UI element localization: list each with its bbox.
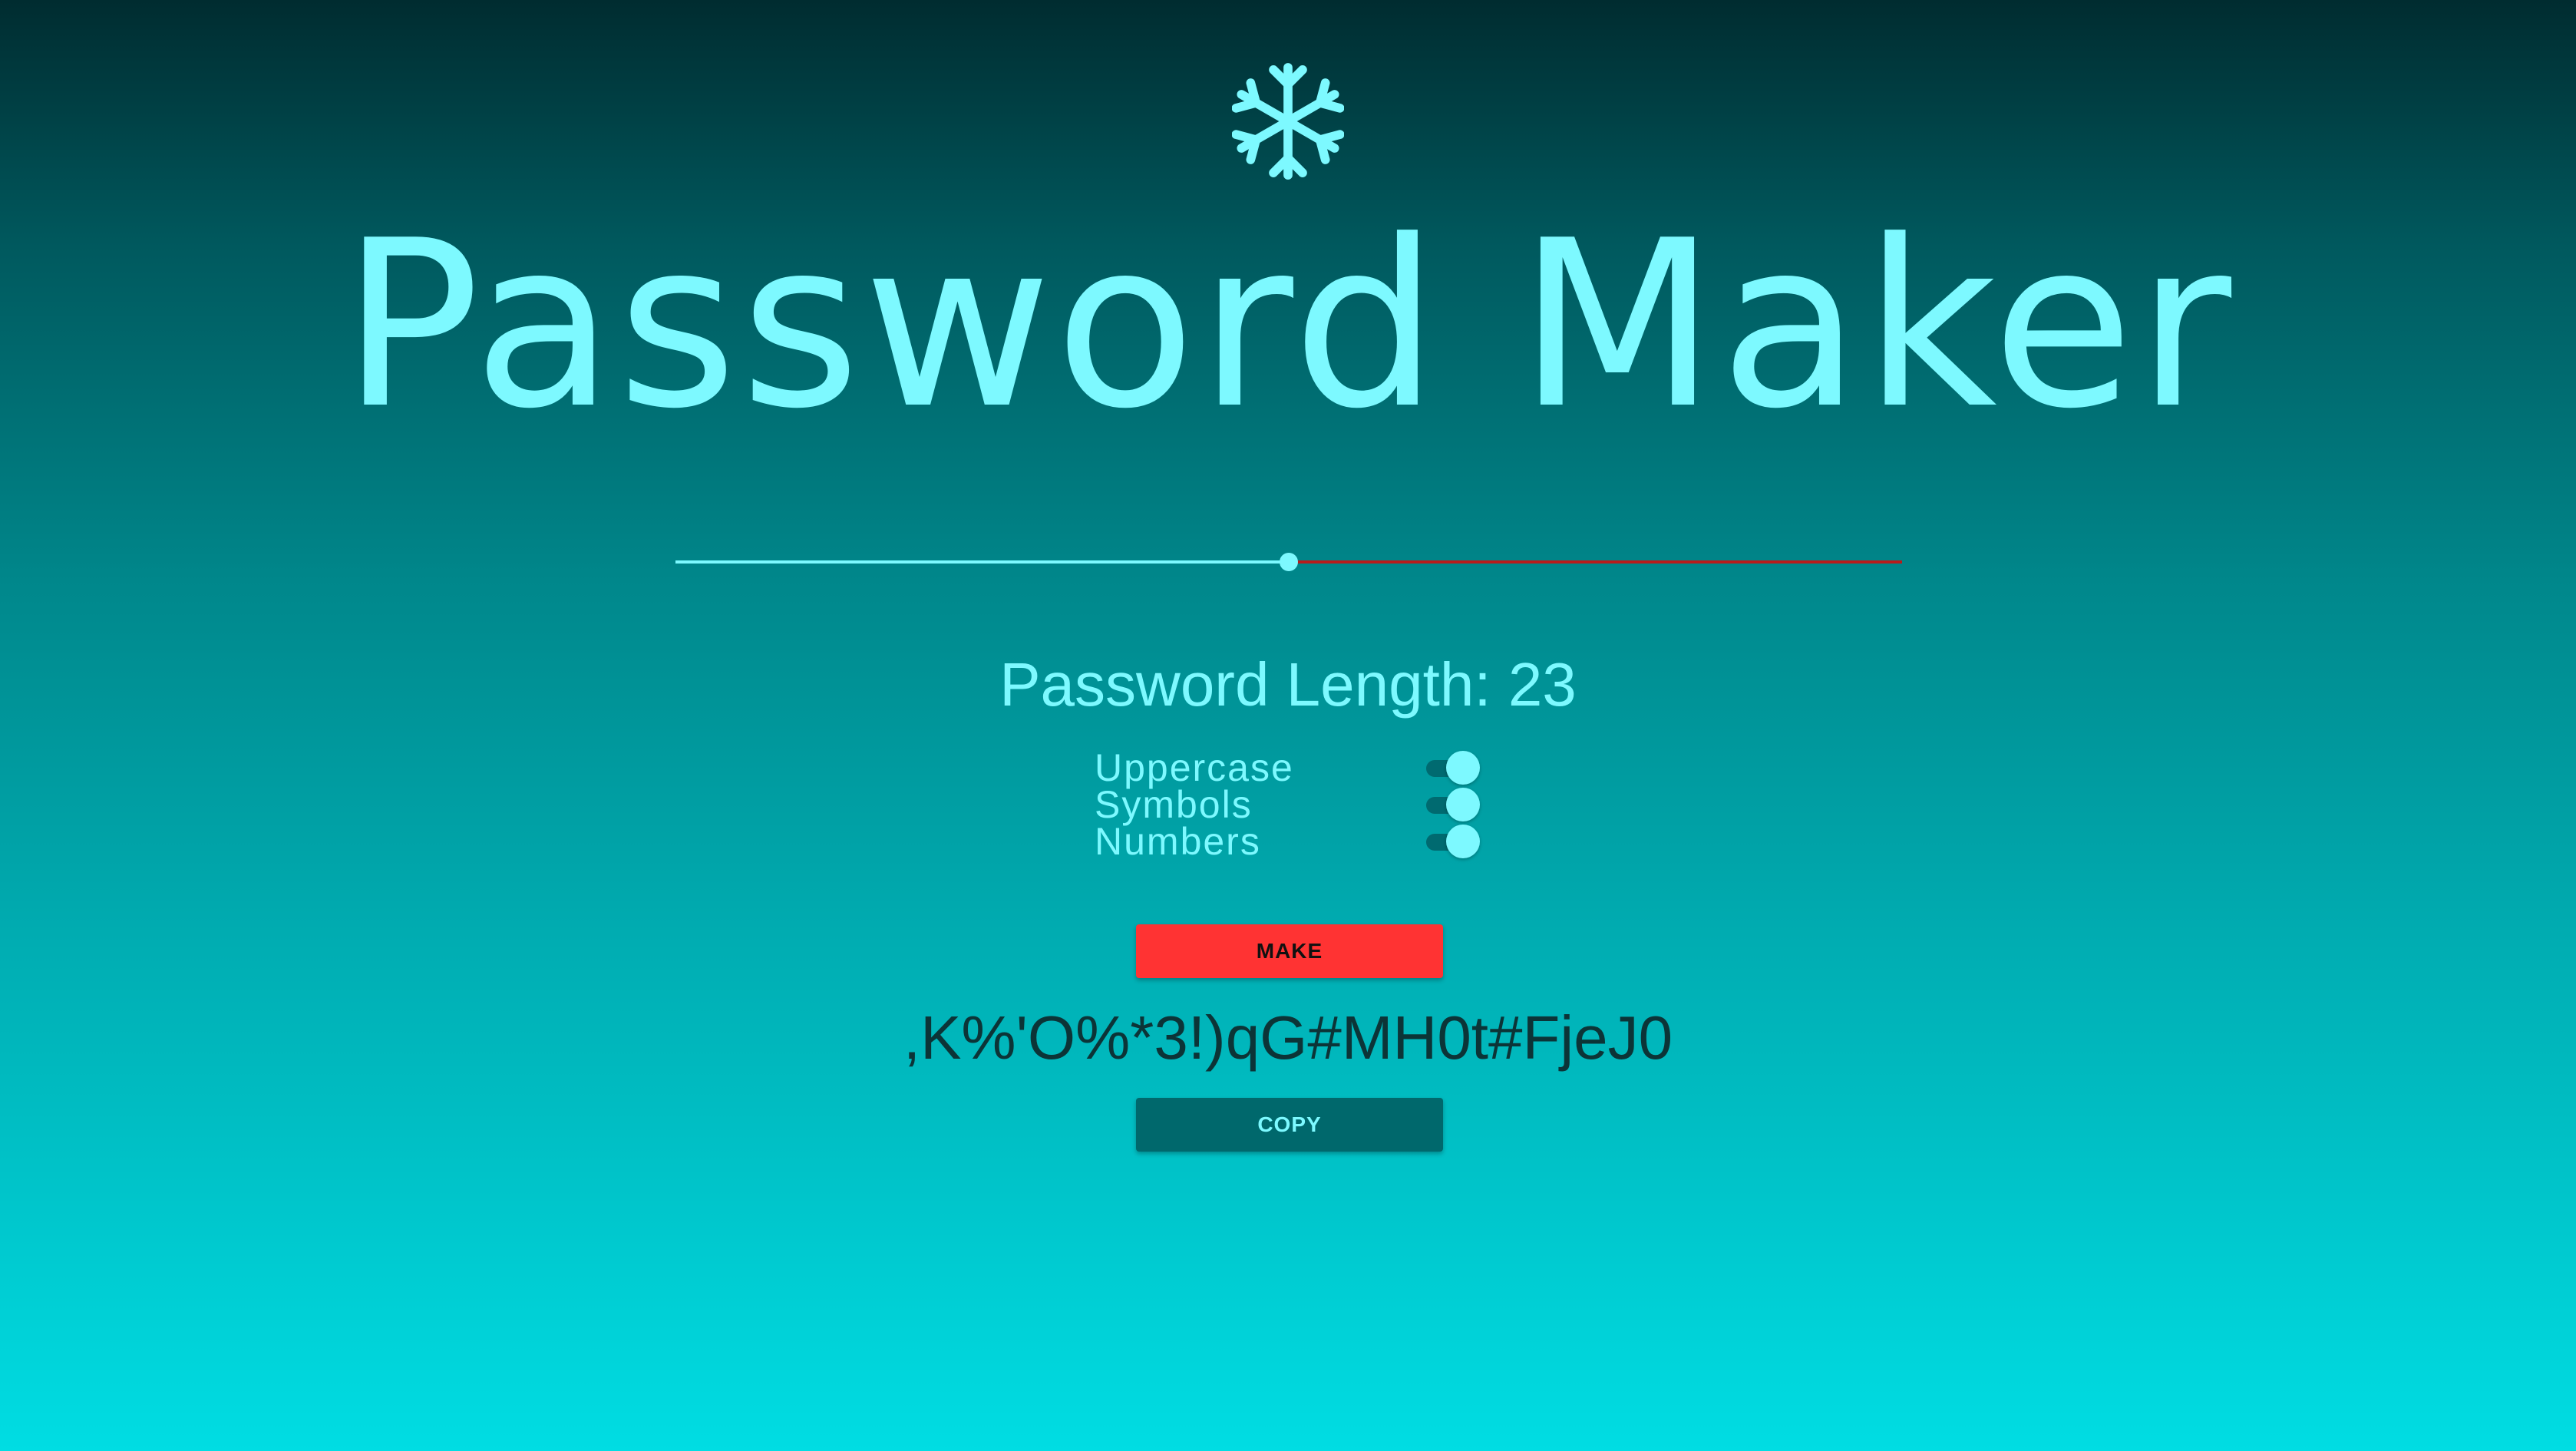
options-list: Uppercase Symbols Numbers (1095, 746, 1494, 863)
toggle-numbers[interactable] (1426, 823, 1481, 860)
toggle-knob (1446, 825, 1480, 858)
slider-track-filled (675, 560, 1289, 564)
option-label-uppercase: Uppercase (1095, 746, 1294, 789)
option-numbers: Numbers (1095, 820, 1494, 863)
option-symbols: Symbols (1095, 783, 1494, 826)
toggle-knob (1446, 751, 1480, 785)
toggle-uppercase[interactable] (1426, 749, 1481, 786)
app-title: Password Maker (341, 191, 2235, 459)
password-length-slider[interactable] (675, 547, 1902, 577)
make-button[interactable]: MAKE (1136, 924, 1443, 978)
option-uppercase: Uppercase (1095, 746, 1494, 789)
slider-thumb[interactable] (1280, 553, 1298, 571)
generated-password: ,K%'O%*3!)qG#MH0t#FjeJ0 (903, 1003, 1673, 1072)
password-length-label: Password Length: 23 (0, 646, 2576, 723)
slider-track-remaining (1289, 560, 1902, 564)
password-length-text: Password Length: (999, 650, 1491, 719)
copy-button[interactable]: COPY (1136, 1098, 1443, 1152)
option-label-symbols: Symbols (1095, 783, 1253, 826)
snowflake-icon (1232, 63, 1344, 180)
password-length-value: 23 (1508, 650, 1577, 719)
toggle-knob (1446, 788, 1480, 821)
option-label-numbers: Numbers (1095, 820, 1261, 863)
toggle-symbols[interactable] (1426, 786, 1481, 823)
